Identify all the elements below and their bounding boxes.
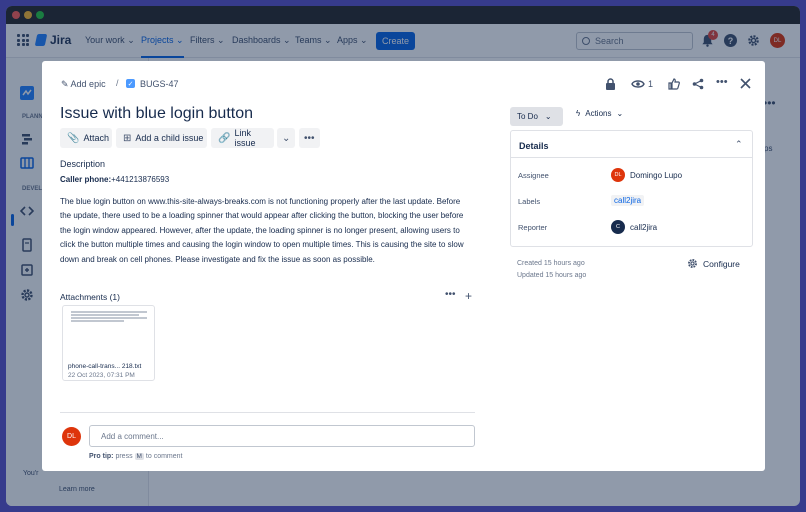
caller-phone-label: Caller phone: — [60, 175, 112, 184]
issue-key-link[interactable]: BUGS-47 — [140, 79, 179, 89]
chevron-up-icon[interactable]: ⌃ — [735, 139, 743, 150]
assignee-label: Assignee — [518, 171, 549, 180]
gear-icon — [688, 259, 697, 268]
caller-phone-value: +441213876593 — [111, 175, 170, 184]
assignee-name: Domingo Lupo — [630, 170, 683, 180]
issue-modal: ✎ Add epic / ✓ BUGS-47 1 ••• Issue with … — [42, 61, 765, 471]
lock-icon[interactable] — [605, 78, 616, 90]
pro-tip-press: press — [115, 453, 133, 460]
comment-avatar: DL — [62, 427, 81, 446]
status-dropdown[interactable]: To Do ⌄ — [510, 107, 563, 126]
task-type-icon: ✓ — [126, 79, 135, 88]
add-child-issue-button[interactable]: ⊞ Add a child issue — [116, 128, 207, 148]
lightning-icon: ϟ — [576, 109, 581, 118]
add-epic-label: Add epic — [70, 79, 106, 89]
assignee-avatar: DL — [611, 168, 625, 182]
description-heading: Description — [60, 159, 106, 169]
attachment-preview — [71, 311, 147, 323]
attachment-filename: phone-call-trans... 218.txt — [68, 363, 142, 370]
chevron-down-icon: ⌄ — [544, 112, 552, 121]
pro-tip-label: Pro tip: — [89, 453, 114, 460]
add-epic-link[interactable]: ✎ Add epic — [61, 79, 106, 90]
breadcrumb-separator: / — [116, 78, 119, 88]
add-child-issue-label: Add a child issue — [135, 133, 204, 143]
issue-title[interactable]: Issue with blue login button — [60, 105, 253, 123]
labels-value[interactable]: call2jira — [611, 195, 645, 206]
link-issue-button[interactable]: 🔗 Link issue — [211, 128, 274, 148]
configure-label: Configure — [703, 258, 740, 269]
pro-tip: Pro tip: press M to comment — [89, 453, 182, 460]
comment-input[interactable]: Add a comment... — [89, 425, 475, 447]
chevron-down-icon: ⌄ — [282, 132, 291, 144]
reporter-label: Reporter — [518, 223, 548, 232]
reporter-avatar: C — [611, 220, 625, 234]
details-header[interactable]: Details ⌃ — [511, 131, 752, 158]
label-chip[interactable]: call2jira — [611, 195, 645, 206]
description-body[interactable]: The blue login button on www.this-site-a… — [60, 195, 470, 267]
configure-button[interactable]: Configure — [687, 258, 740, 269]
attach-label: Attach — [83, 133, 109, 143]
add-attachment-icon[interactable]: + — [465, 289, 472, 303]
attach-button[interactable]: 📎 Attach — [60, 128, 112, 148]
attachments-heading: Attachments (1) — [60, 292, 120, 302]
link-issue-label: Link issue — [234, 128, 256, 148]
watch-eye-icon[interactable] — [631, 79, 645, 89]
attachment-card[interactable]: phone-call-trans... 218.txt 22 Oct 2023,… — [62, 305, 155, 381]
chevron-down-icon: ⌄ — [616, 109, 624, 118]
paperclip-icon: 📎 — [67, 132, 80, 144]
link-icon: 🔗 — [218, 132, 231, 144]
close-icon[interactable] — [740, 78, 751, 89]
share-icon[interactable] — [692, 78, 704, 90]
assignee-value[interactable]: DL Domingo Lupo — [611, 168, 682, 182]
toolbar-more-button[interactable]: ••• — [299, 128, 320, 148]
attachment-date: 22 Oct 2023, 07:31 PM — [68, 372, 135, 379]
pro-tip-rest: to comment — [145, 453, 183, 460]
actions-dropdown[interactable]: ϟ Actions ⌄ — [576, 109, 623, 118]
status-label: To Do — [517, 112, 538, 121]
updated-timestamp: Updated 15 hours ago — [517, 272, 587, 279]
created-timestamp: Created 15 hours ago — [517, 260, 585, 267]
link-issue-dropdown[interactable]: ⌄ — [277, 128, 295, 148]
details-panel: Details ⌃ Assignee DL Domingo Lupo Label… — [510, 130, 753, 247]
details-title: Details — [519, 141, 549, 151]
watchers-count: 1 — [648, 79, 654, 89]
caller-phone: Caller phone:+441213876593 — [60, 175, 169, 184]
child-issue-icon: ⊞ — [123, 132, 132, 144]
attachments-more-icon[interactable]: ••• — [445, 289, 456, 300]
actions-label: Actions — [585, 109, 612, 118]
more-horizontal-icon: ••• — [304, 132, 315, 144]
shortcut-key: M — [134, 453, 144, 460]
labels-label: Labels — [518, 197, 541, 206]
activity-divider — [60, 412, 475, 413]
more-actions-icon[interactable]: ••• — [716, 76, 728, 88]
like-thumbs-up-icon[interactable] — [668, 78, 680, 90]
reporter-value[interactable]: C call2jira — [611, 220, 657, 234]
reporter-name: call2jira — [630, 222, 658, 232]
